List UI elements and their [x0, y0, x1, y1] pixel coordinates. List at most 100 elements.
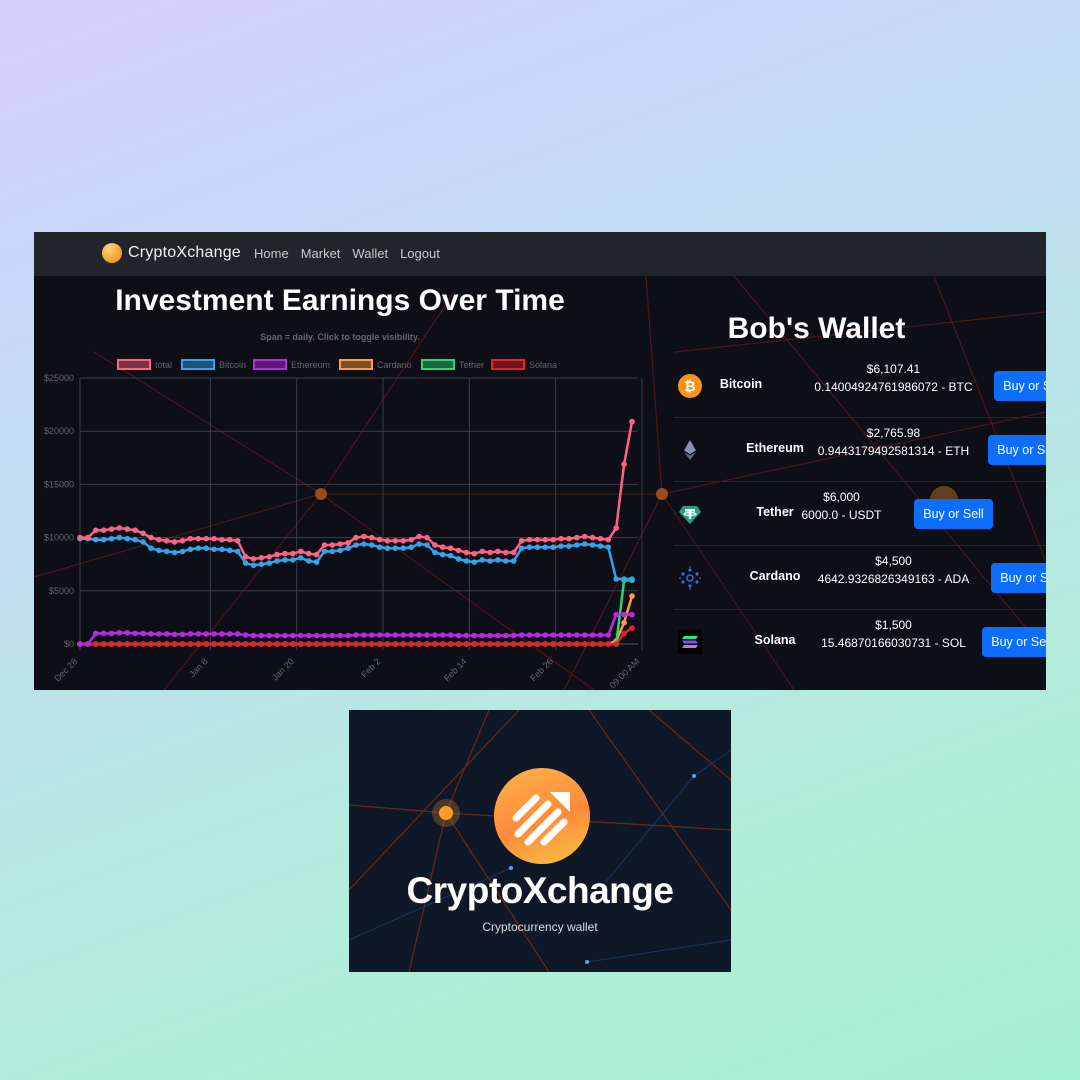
data-point	[589, 641, 596, 647]
data-point	[171, 631, 178, 638]
nav-link-wallet[interactable]: Wallet	[352, 246, 388, 261]
data-point	[574, 641, 580, 647]
nav-link-logout[interactable]: Logout	[400, 246, 440, 261]
data-point	[156, 631, 162, 637]
data-point	[163, 641, 170, 647]
data-point	[566, 535, 572, 542]
coin-name: Bitcoin	[719, 377, 763, 391]
data-point	[274, 551, 280, 558]
data-point	[93, 641, 99, 647]
buy-sell-button-solana[interactable]: Buy or Sell	[982, 627, 1046, 657]
wallet-title: Bob's Wallet	[727, 312, 906, 345]
data-point	[605, 536, 612, 543]
data-point	[408, 641, 415, 647]
data-point	[148, 631, 154, 637]
data-point	[613, 525, 619, 531]
nav-link-market[interactable]: Market	[301, 246, 341, 261]
data-point	[227, 536, 233, 543]
data-point	[187, 546, 194, 553]
data-point	[124, 535, 131, 542]
data-point	[274, 641, 280, 647]
data-point	[400, 538, 407, 544]
coin-value: $1,500	[875, 618, 912, 632]
x-tick-label: 09:00 AM	[607, 656, 641, 690]
data-point	[187, 631, 194, 637]
data-point	[219, 641, 225, 647]
data-point	[558, 632, 564, 638]
legend-item-solana[interactable]: Solana	[491, 359, 557, 370]
y-tick-label: $5000	[49, 586, 74, 596]
data-point	[337, 641, 344, 647]
app-window: CryptoXchange Home Market Wallet Logout …	[34, 232, 1046, 690]
data-point	[211, 631, 217, 637]
data-point	[353, 542, 359, 548]
data-point	[376, 641, 383, 647]
nav-link-home[interactable]: Home	[254, 246, 289, 261]
legend-item-ethereum[interactable]: Ethereum	[253, 359, 330, 370]
data-point	[597, 543, 604, 549]
data-point	[518, 545, 525, 551]
buy-sell-button-ethereum[interactable]: Buy or Sell	[988, 435, 1046, 465]
data-point	[424, 641, 430, 647]
data-point	[526, 536, 533, 543]
data-point	[581, 533, 588, 540]
data-point	[211, 535, 217, 542]
data-point	[510, 558, 517, 564]
coin-value: $4,500	[875, 554, 912, 568]
buy-sell-button-tether[interactable]: Buy or Sell	[914, 499, 993, 529]
data-point	[258, 561, 265, 567]
data-point	[353, 632, 359, 638]
data-point	[258, 555, 265, 561]
data-point	[613, 576, 619, 582]
data-point	[321, 542, 328, 548]
data-point	[510, 549, 517, 556]
data-point	[621, 576, 627, 582]
legend-item-tether[interactable]: Tether	[421, 359, 484, 370]
data-point	[613, 641, 619, 647]
data-point	[518, 632, 525, 638]
data-point	[321, 641, 328, 647]
data-point	[581, 632, 588, 638]
data-point	[116, 534, 123, 541]
data-point	[589, 632, 596, 638]
data-point	[345, 632, 351, 639]
data-point	[503, 558, 509, 564]
buy-sell-button-cardano[interactable]: Buy or Sell	[991, 563, 1046, 593]
data-point	[124, 641, 131, 647]
data-point	[124, 630, 131, 636]
data-point	[597, 535, 604, 542]
data-point	[558, 641, 564, 647]
data-point	[526, 641, 533, 647]
data-point	[487, 549, 493, 556]
data-point	[85, 534, 91, 541]
legend-item-total[interactable]: total	[117, 359, 172, 370]
data-point	[234, 631, 241, 637]
legend-item-cardano[interactable]: Cardano	[339, 359, 412, 370]
data-point	[329, 542, 336, 548]
brand[interactable]: CryptoXchange	[102, 243, 241, 263]
buy-sell-button-bitcoin[interactable]: Buy or Sell	[994, 371, 1046, 401]
data-point	[400, 545, 407, 551]
legend-item-bitcoin[interactable]: Bitcoin	[181, 359, 246, 370]
data-point	[195, 631, 202, 637]
data-point	[621, 619, 627, 626]
data-point	[455, 641, 462, 647]
data-point	[613, 611, 619, 618]
data-point	[219, 631, 225, 637]
data-point	[439, 632, 446, 638]
data-point	[424, 534, 430, 541]
y-tick-label: $20000	[44, 426, 74, 436]
data-point	[116, 641, 123, 647]
data-point	[542, 536, 549, 543]
data-point	[305, 550, 312, 557]
data-point	[392, 545, 399, 551]
data-point	[77, 534, 83, 541]
data-point	[581, 541, 588, 547]
data-point	[290, 641, 296, 647]
data-point	[305, 641, 312, 647]
data-point	[132, 536, 138, 543]
data-point	[250, 556, 257, 562]
data-point	[242, 560, 249, 566]
x-tick-label: Jan 20	[270, 656, 296, 682]
data-point	[171, 549, 178, 556]
